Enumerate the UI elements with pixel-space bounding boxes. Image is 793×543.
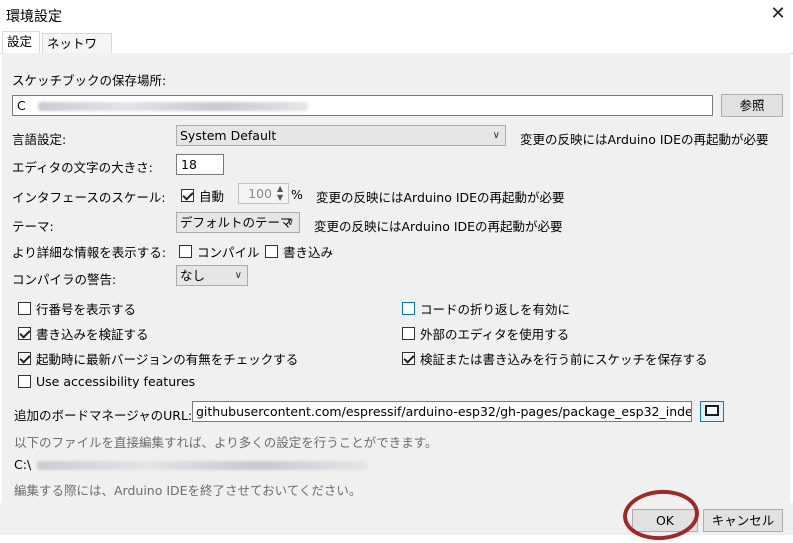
preferences-file-path: C:\: [14, 457, 368, 472]
accessibility-checkbox[interactable]: [18, 375, 31, 388]
line-numbers-label: 行番号を表示する: [36, 302, 137, 317]
save-before-verify-option[interactable]: 検証または書き込みを行う前にスケッチを保存する: [402, 349, 708, 368]
edit-urls-button[interactable]: [700, 401, 724, 422]
stepper-arrows-icon[interactable]: ▲ ▼: [277, 184, 283, 202]
sketchbook-path-prefix: C: [17, 98, 26, 113]
verbose-compile[interactable]: コンパイル: [179, 242, 260, 261]
theme-value: デフォルトのテーマ: [180, 215, 293, 230]
editor-font-label: エディタの文字の大きさ:: [12, 160, 153, 175]
redacted-path: [37, 102, 308, 111]
verify-upload-checkbox[interactable]: [18, 327, 31, 340]
language-select[interactable]: System Default ∨: [176, 125, 506, 146]
percent-unit: %: [291, 187, 303, 202]
theme-restart-note: 変更の反映にはArduino IDEの再起動が必要: [314, 219, 563, 234]
theme-label: テーマ:: [12, 219, 54, 234]
check-updates-checkbox[interactable]: [18, 352, 31, 365]
chevron-down-icon: ∨: [286, 217, 294, 228]
theme-select[interactable]: デフォルトのテーマ ∨: [176, 212, 300, 233]
redacted-path: [37, 461, 368, 470]
code-folding-option[interactable]: コードの折り返しを有効に: [402, 299, 570, 318]
sketchbook-label: スケッチブックの保存場所:: [12, 73, 167, 88]
check-updates-option[interactable]: 起動時に最新バージョンの有無をチェックする: [18, 349, 298, 368]
verbose-compile-checkbox[interactable]: [179, 245, 192, 258]
save-before-verify-checkbox[interactable]: [402, 352, 415, 365]
scale-restart-note: 変更の反映にはArduino IDEの再起動が必要: [316, 190, 565, 205]
verbose-label: より詳細な情報を表示する:: [12, 245, 166, 260]
chevron-down-icon: ∨: [234, 270, 242, 281]
compiler-warnings-select[interactable]: なし ∨: [176, 265, 248, 286]
verify-upload-label: 書き込みを検証する: [36, 327, 149, 342]
chevron-down-icon: ∨: [492, 130, 500, 141]
language-label: 言語設定:: [12, 132, 67, 147]
sketchbook-path-field[interactable]: C: [12, 95, 713, 116]
check-updates-label: 起動時に最新バージョンの有無をチェックする: [36, 352, 299, 367]
external-editor-label: 外部のエディタを使用する: [420, 327, 570, 342]
prefs-path-prefix: C:\: [14, 457, 32, 472]
tab-strip: [0, 31, 793, 54]
compiler-warnings-label: コンパイラの警告:: [12, 272, 117, 287]
board-manager-label: 追加のボードマネージャのURL:: [14, 408, 193, 423]
language-value: System Default: [180, 128, 277, 143]
tab-network[interactable]: ネットワーク: [42, 33, 112, 71]
cancel-button[interactable]: キャンセル: [703, 509, 783, 532]
verbose-upload-label: 書き込み: [283, 245, 334, 260]
line-numbers-option[interactable]: 行番号を表示する: [18, 299, 136, 318]
save-before-verify-label: 検証または書き込みを行う前にスケッチを保存する: [420, 352, 708, 367]
interface-scale-label: インタフェースのスケール:: [12, 190, 166, 205]
line-numbers-checkbox[interactable]: [18, 302, 31, 315]
more-settings-note: 以下のファイルを直接編集すれば、より多くの設定を行うことができます。: [14, 435, 438, 450]
verify-upload-option[interactable]: 書き込みを検証する: [18, 324, 149, 343]
window-icon: [705, 405, 719, 416]
editor-font-size-field[interactable]: 18: [176, 154, 224, 175]
browse-button[interactable]: 参照: [721, 94, 783, 117]
interface-scale-auto[interactable]: 自動: [181, 186, 224, 205]
code-folding-label: コードの折り返しを有効に: [420, 302, 571, 317]
window-title: 環境設定: [6, 9, 62, 25]
language-restart-note: 変更の反映にはArduino IDEの再起動が必要: [520, 132, 769, 147]
verbose-upload-checkbox[interactable]: [265, 245, 278, 258]
external-editor-option[interactable]: 外部のエディタを使用する: [402, 324, 569, 343]
accessibility-label: Use accessibility features: [36, 374, 196, 389]
tab-settings[interactable]: 設定: [2, 31, 40, 54]
code-folding-checkbox[interactable]: [402, 302, 415, 315]
scale-percent-value: 100: [248, 186, 272, 201]
close-icon[interactable]: ✕: [766, 2, 790, 26]
external-editor-checkbox[interactable]: [402, 327, 415, 340]
board-manager-url-field[interactable]: githubusercontent.com/espressif/arduino-…: [192, 401, 692, 422]
verbose-compile-label: コンパイル: [197, 245, 260, 260]
auto-scale-label: 自動: [199, 189, 225, 204]
compiler-warnings-value: なし: [180, 268, 206, 283]
verbose-upload[interactable]: 書き込み: [265, 242, 333, 261]
title-bar: [0, 0, 793, 30]
auto-scale-checkbox[interactable]: [181, 189, 194, 202]
accessibility-option[interactable]: Use accessibility features: [18, 374, 195, 389]
edit-warning-note: 編集する際には、Arduino IDEを終了させておいてください。: [14, 483, 362, 498]
